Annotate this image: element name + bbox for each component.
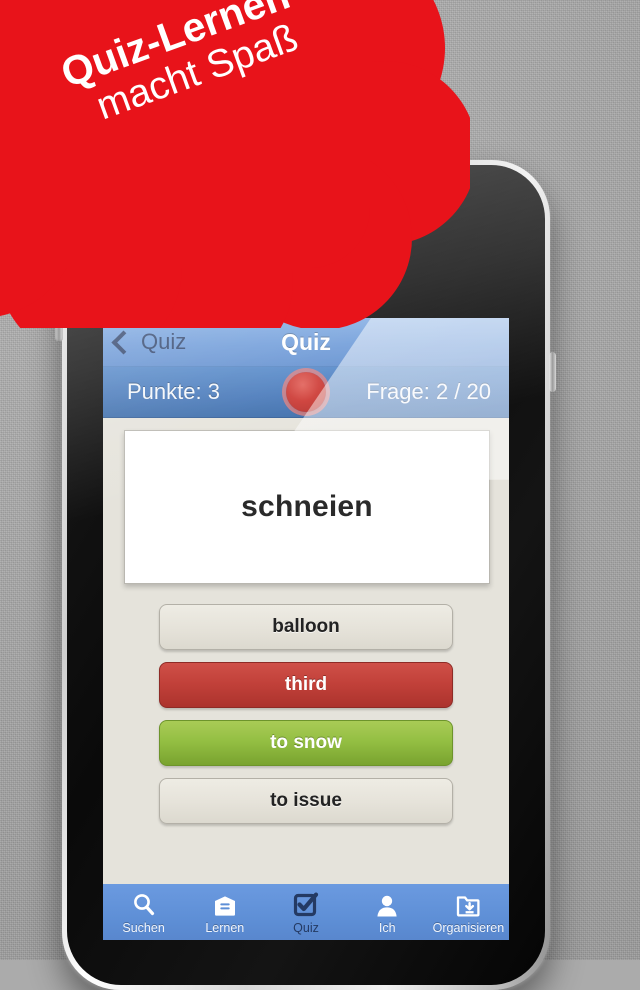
- tab-label: Organisieren: [432, 920, 505, 935]
- tab-label: Suchen: [122, 920, 165, 935]
- promo-burst-shape: [0, 0, 470, 328]
- answer-option-wrong[interactable]: third: [159, 662, 453, 708]
- tab-ich[interactable]: Ich: [347, 884, 428, 940]
- score-points: Punkte: 3: [127, 379, 220, 404]
- folder-down-icon: [455, 892, 481, 918]
- question-counter: Frage: 2 / 20: [366, 379, 491, 404]
- promo-burst: Quiz-Lernen macht Spaß: [0, 0, 470, 328]
- search-icon: [131, 892, 157, 918]
- tab-suchen[interactable]: Suchen: [103, 884, 184, 940]
- red-circle-icon[interactable]: [286, 372, 326, 412]
- tab-label: Lernen: [205, 920, 245, 935]
- power-button[interactable]: [549, 352, 556, 392]
- person-icon: [374, 892, 400, 918]
- answer-option[interactable]: to issue: [159, 778, 453, 824]
- quiz-content-area: schneien balloon third to snow to issue: [103, 418, 509, 940]
- phone-screen: Quiz Quiz Punkte: 3 Frage: 2 / 20 schnei…: [103, 318, 509, 940]
- checkbox-icon: [293, 892, 319, 918]
- tab-label: Ich: [378, 920, 396, 935]
- tab-quiz[interactable]: Quiz: [265, 884, 346, 940]
- box-icon: [212, 892, 238, 918]
- tab-organisieren[interactable]: Organisieren: [428, 884, 509, 940]
- answer-option[interactable]: balloon: [159, 604, 453, 650]
- question-word: schneien: [241, 490, 373, 523]
- answer-option-correct[interactable]: to snow: [159, 720, 453, 766]
- tab-bar: Suchen Lernen Quiz Ich Organisieren: [103, 884, 509, 940]
- question-card[interactable]: schneien: [124, 430, 490, 584]
- answer-options-list: balloon third to snow to issue: [103, 604, 509, 836]
- tab-label: Quiz: [293, 920, 319, 935]
- score-bar: Punkte: 3 Frage: 2 / 20: [103, 367, 509, 418]
- tab-lernen[interactable]: Lernen: [184, 884, 265, 940]
